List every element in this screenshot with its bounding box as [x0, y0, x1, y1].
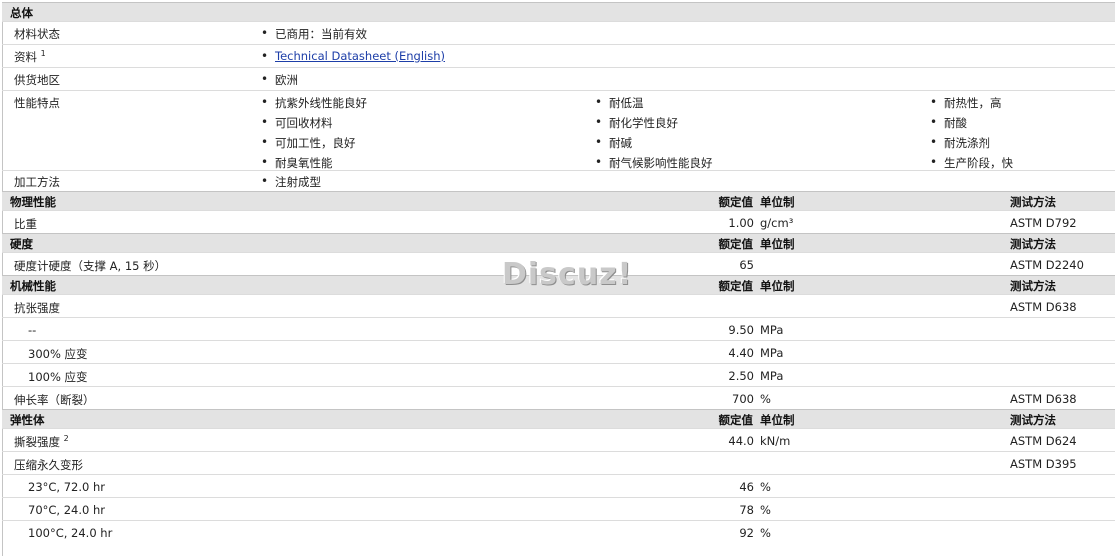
row-value: 已商用：当前有效: [261, 26, 367, 42]
row-label: 供货地区: [14, 73, 60, 87]
row-value: 1.00: [728, 216, 754, 230]
table-row: 100°C, 24.0 hr 92 %: [2, 520, 1115, 543]
table-row: 300% 应变 4.40 MPa: [2, 340, 1115, 363]
table-row: 压缩永久变形 ASTM D395: [2, 451, 1115, 474]
row-test: ASTM D624: [1010, 434, 1077, 448]
feature-item: 可回收材料: [261, 115, 332, 131]
section-physical: 物理性能 额定值 单位制 测试方法: [2, 191, 1115, 210]
row-unit: %: [760, 392, 771, 406]
row-value: 700: [732, 392, 754, 406]
table-row: 伸长率（断裂） 700 % ASTM D638: [2, 386, 1115, 409]
row-label: 性能特点: [14, 96, 60, 110]
section-title: 物理性能: [10, 195, 56, 209]
footnote-marker: 2: [63, 434, 69, 443]
row-label: 23°C, 72.0 hr: [28, 480, 106, 494]
row-unit: kN/m: [760, 434, 791, 448]
table-row: 抗张强度 ASTM D638: [2, 294, 1115, 317]
row-label: 比重: [14, 217, 37, 231]
row-value: 78: [739, 503, 754, 517]
row-label: 硬度计硬度（支撑 A, 15 秒）: [14, 259, 167, 273]
footnote-marker: 1: [40, 49, 46, 58]
row-test: ASTM D2240: [1010, 258, 1084, 272]
header-unit: 单位制: [760, 413, 795, 427]
technical-datasheet-link[interactable]: Technical Datasheet (English): [275, 49, 445, 63]
header-nominal: 额定值: [718, 413, 754, 427]
row-label: 70°C, 24.0 hr: [28, 503, 106, 517]
table-row: 23°C, 72.0 hr 46 %: [2, 474, 1115, 497]
header-test: 测试方法: [1010, 279, 1056, 293]
feature-item: 耐洗涤剂: [930, 135, 990, 151]
header-test: 测试方法: [1010, 237, 1056, 251]
row-value: 44.0: [728, 434, 754, 448]
row-test: ASTM D792: [1010, 216, 1077, 230]
row-value: 欧洲: [261, 72, 298, 88]
header-test: 测试方法: [1010, 195, 1056, 209]
row-material-status: 材料状态 已商用：当前有效: [2, 21, 1115, 44]
row-value: 注射成型: [261, 174, 321, 190]
row-unit: MPa: [760, 346, 784, 360]
header-unit: 单位制: [760, 195, 795, 209]
section-hardness: 硬度 额定值 单位制 测试方法: [2, 233, 1115, 252]
row-value: Technical Datasheet (English): [261, 49, 445, 63]
row-processing: 加工方法 注射成型: [2, 170, 1115, 191]
table-row: -- 9.50 MPa: [2, 317, 1115, 340]
header-nominal: 额定值: [718, 279, 754, 293]
row-label: 撕裂强度 2: [14, 434, 69, 449]
row-value: 65: [739, 258, 754, 272]
row-unit: MPa: [760, 323, 784, 337]
section-elastomer: 弹性体 额定值 单位制 测试方法: [2, 409, 1115, 428]
header-unit: 单位制: [760, 237, 795, 251]
row-unit: %: [760, 526, 771, 540]
feature-item: 耐气候影响性能良好: [595, 155, 712, 171]
section-general: 总体: [2, 2, 1115, 21]
feature-item: 耐化学性良好: [595, 115, 678, 131]
row-label: 资料 1: [14, 49, 46, 64]
row-label: 材料状态: [14, 27, 60, 41]
row-features: 性能特点 抗紫外线性能良好 可回收材料 可加工性，良好 耐臭氧性能 耐低温 耐化…: [2, 90, 1115, 170]
feature-item: 耐低温: [595, 95, 643, 111]
row-test: ASTM D638: [1010, 300, 1077, 314]
table-row: 撕裂强度 2 44.0 kN/m ASTM D624: [2, 428, 1115, 451]
table-row: 比重 1.00 g/cm³ ASTM D792: [2, 210, 1115, 233]
section-title: 机械性能: [10, 279, 56, 293]
table-row: 70°C, 24.0 hr 78 %: [2, 497, 1115, 520]
header-nominal: 额定值: [718, 195, 754, 209]
header-test: 测试方法: [1010, 413, 1056, 427]
row-value: 92: [739, 526, 754, 540]
feature-item: 生产阶段，快: [930, 155, 1013, 171]
table-row: 100% 应变 2.50 MPa: [2, 363, 1115, 386]
row-value: 46: [739, 480, 754, 494]
feature-item: 耐碱: [595, 135, 632, 151]
row-label: --: [28, 323, 37, 337]
row-label: 抗张强度: [14, 301, 60, 315]
row-label: 100°C, 24.0 hr: [28, 526, 113, 540]
feature-item: 抗紫外线性能良好: [261, 95, 367, 111]
feature-item: 耐热性，高: [930, 95, 1001, 111]
row-test: ASTM D638: [1010, 392, 1077, 406]
feature-item: 耐酸: [930, 115, 967, 131]
row-region: 供货地区 欧洲: [2, 67, 1115, 90]
row-unit: g/cm³: [760, 216, 794, 230]
row-label: 100% 应变: [28, 370, 88, 384]
row-unit: MPa: [760, 369, 784, 383]
row-test: ASTM D395: [1010, 457, 1077, 471]
feature-item: 可加工性，良好: [261, 135, 355, 151]
header-nominal: 额定值: [718, 237, 754, 251]
section-title: 弹性体: [10, 413, 45, 427]
section-title: 硬度: [10, 237, 33, 251]
row-label: 伸长率（断裂）: [14, 393, 95, 407]
header-unit: 单位制: [760, 279, 795, 293]
discuz-watermark: Discuz!: [502, 257, 633, 292]
row-label: 300% 应变: [28, 347, 88, 361]
row-label: 加工方法: [14, 175, 60, 189]
row-unit: %: [760, 503, 771, 517]
row-value: 9.50: [728, 323, 754, 337]
row-value: 4.40: [728, 346, 754, 360]
row-label: 压缩永久变形: [14, 458, 83, 472]
section-title: 总体: [10, 6, 33, 20]
row-unit: %: [760, 480, 771, 494]
row-documents: 资料 1 Technical Datasheet (English): [2, 44, 1115, 67]
row-value: 2.50: [728, 369, 754, 383]
feature-item: 耐臭氧性能: [261, 155, 332, 171]
